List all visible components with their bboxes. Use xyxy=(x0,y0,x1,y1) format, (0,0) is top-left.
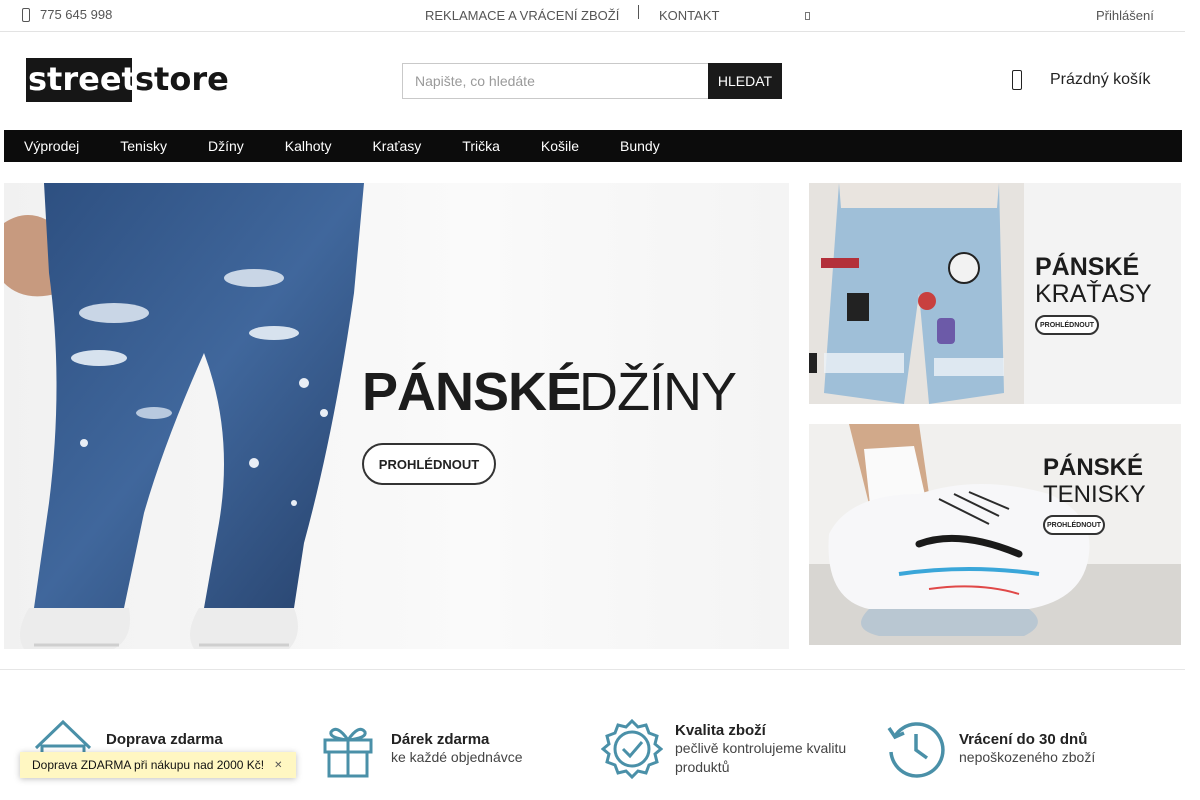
benefit-title: Doprava zdarma xyxy=(106,731,223,748)
banner-sneakers-button[interactable]: PROHLÉDNOUT xyxy=(1043,515,1105,535)
nav-item-bundy[interactable]: Bundy xyxy=(620,130,660,162)
gift-icon xyxy=(323,727,373,778)
main-nav: Výprodej Tenisky Džíny Kalhoty Kraťasy T… xyxy=(4,130,1182,162)
banner-main-button[interactable]: PROHLÉDNOUT xyxy=(362,443,496,485)
benefit-subtitle: nepoškozeného zboží xyxy=(959,749,1096,765)
nav-item-dziny[interactable]: Džíny xyxy=(208,130,244,162)
banner-shorts-button[interactable]: PROHLÉDNOUT xyxy=(1035,315,1099,335)
search-button[interactable]: HLEDAT xyxy=(708,63,782,99)
free-shipping-toast: Doprava ZDARMA při nákupu nad 2000 Kč! ✕ xyxy=(20,752,296,778)
complaints-link[interactable]: REKLAMACE A VRÁCENÍ ZBOŽÍ xyxy=(425,8,619,23)
top-bar: 775 645 998 REKLAMACE A VRÁCENÍ ZBOŽÍ KO… xyxy=(0,0,1185,32)
benefit-title: Kvalita zboží xyxy=(675,721,766,739)
benefit-returns: Vrácení do 30 dnů nepoškozeného zboží xyxy=(885,718,1095,780)
cart[interactable]: Prázdný košík xyxy=(1012,70,1150,90)
banner-shorts-title-light: KRAŤASY xyxy=(1035,280,1152,308)
benefit-title: Vrácení do 30 dnů xyxy=(959,731,1088,748)
close-icon[interactable]: ✕ xyxy=(274,760,282,771)
banner-sneakers-title-light: TENISKY xyxy=(1043,481,1146,508)
site-logo[interactable]: street store xyxy=(24,54,240,104)
clock-history-icon xyxy=(887,722,945,778)
section-divider xyxy=(0,669,1185,670)
quality-badge-icon xyxy=(601,718,663,780)
benefit-free-gift: Dárek zdarma ke každé objednávce xyxy=(317,718,523,780)
contact-link[interactable]: KONTAKT xyxy=(659,8,719,23)
banner-sneakers-title-bold: PÁNSKÉ xyxy=(1043,454,1144,481)
login-link[interactable]: Přihlášení xyxy=(1096,8,1154,23)
benefit-subtitle: pečlivě kontrolujeme kvalitu produktů xyxy=(675,739,847,775)
banner-mens-shorts[interactable]: PÁNSKÉ KRAŤASY PROHLÉDNOUT xyxy=(809,183,1181,404)
nav-item-vyprodej[interactable]: Výprodej xyxy=(24,130,79,162)
nav-item-kosile[interactable]: Košile xyxy=(541,130,579,162)
cart-label: Prázdný košík xyxy=(1050,71,1151,88)
nav-item-kratasy[interactable]: Kraťasy xyxy=(372,130,421,162)
phone-contact[interactable]: 775 645 998 xyxy=(22,7,112,22)
phone-icon xyxy=(22,7,30,22)
search-input[interactable] xyxy=(402,63,708,99)
banner-mens-sneakers[interactable]: PÁNSKÉ TENISKY PROHLÉDNOUT xyxy=(809,424,1181,645)
topbar-separator xyxy=(638,5,639,19)
banner-mens-jeans[interactable]: PÁNSKÉ DŽÍNY PROHLÉDNOUT xyxy=(4,183,789,649)
cart-icon xyxy=(1012,70,1022,90)
logo-text-store: store xyxy=(135,60,229,98)
search-form: HLEDAT xyxy=(402,63,782,99)
toast-text: Doprava ZDARMA při nákupu nad 2000 Kč! xyxy=(32,758,265,772)
placeholder-icon xyxy=(805,12,810,20)
banner-main-title-light: DŽÍNY xyxy=(579,362,737,422)
phone-number: 775 645 998 xyxy=(40,7,113,22)
benefit-quality: Kvalita zboží pečlivě kontrolujeme kvali… xyxy=(601,718,855,780)
nav-item-kalhoty[interactable]: Kalhoty xyxy=(285,130,332,162)
benefit-subtitle: ke každé objednávce xyxy=(391,749,523,765)
nav-item-tricka[interactable]: Trička xyxy=(462,130,500,162)
logo-text-street: street xyxy=(28,60,137,98)
benefit-title: Dárek zdarma xyxy=(391,731,490,748)
banner-main-title-bold: PÁNSKÉ xyxy=(362,362,582,422)
nav-item-tenisky[interactable]: Tenisky xyxy=(120,130,167,162)
banner-shorts-title-bold: PÁNSKÉ xyxy=(1035,253,1140,281)
